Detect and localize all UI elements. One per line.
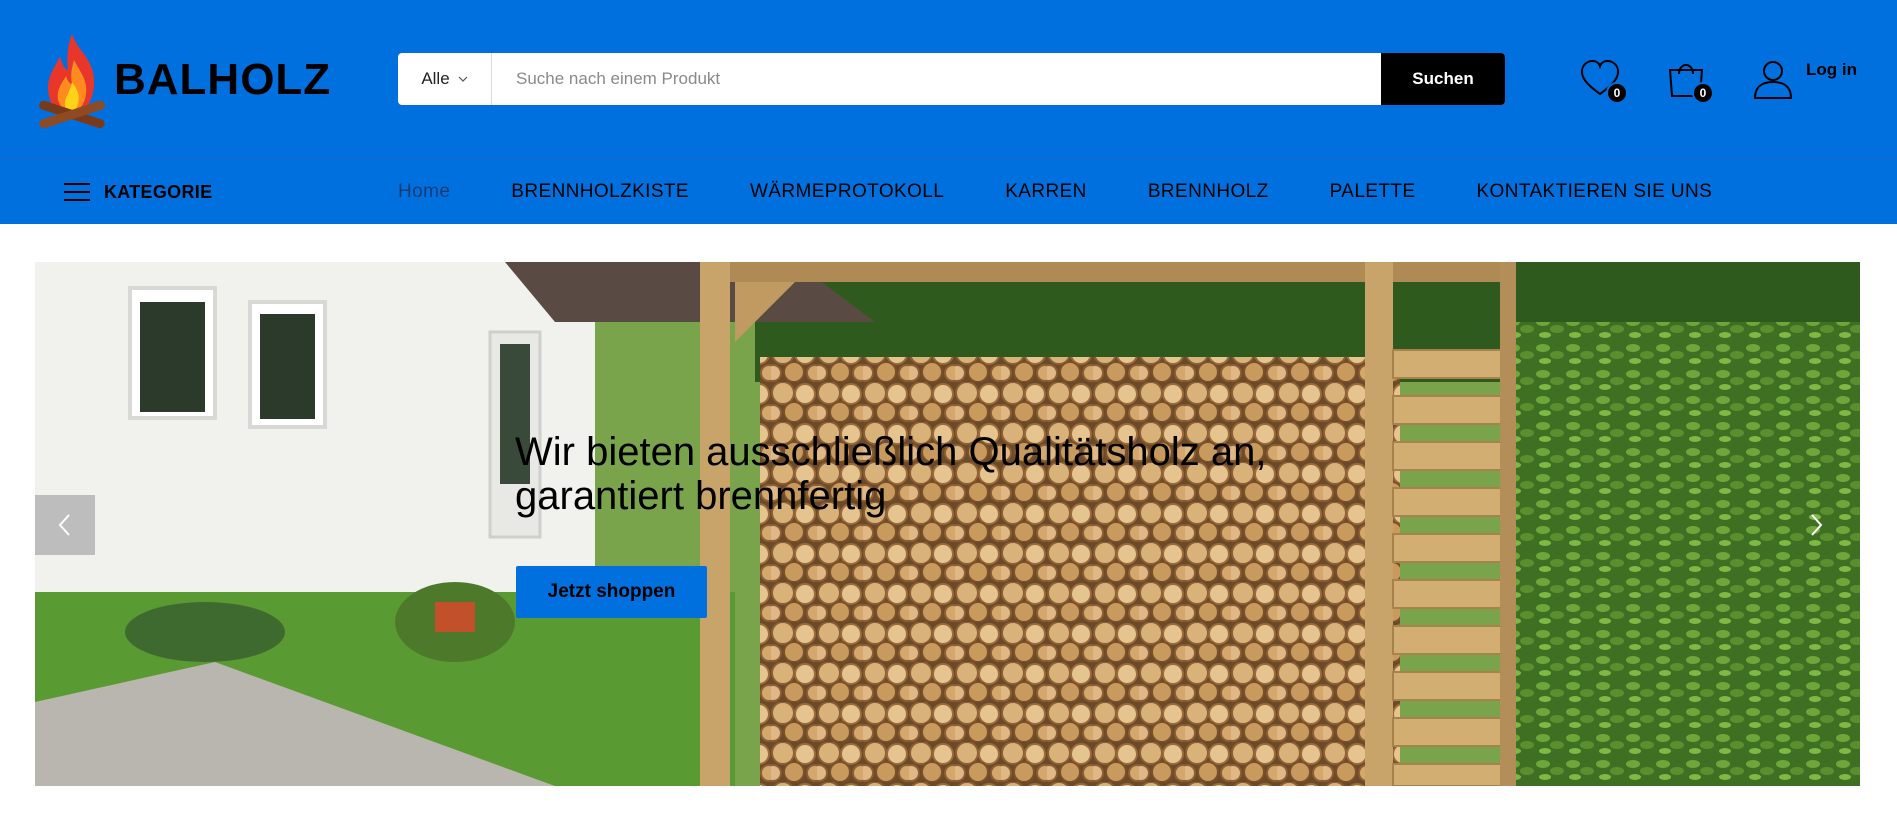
chevron-left-icon — [58, 514, 70, 536]
slider-prev-button[interactable] — [35, 495, 95, 555]
wishlist-button[interactable]: 0 — [1578, 56, 1628, 104]
nav-item-brennholzkiste[interactable]: BRENNHOLZKISTE — [511, 181, 689, 203]
brand-name: BALHOLZ — [114, 55, 332, 104]
nav-item-karren[interactable]: KARREN — [1005, 181, 1087, 203]
chevron-down-icon — [458, 76, 468, 82]
hamburger-menu-icon — [64, 183, 90, 201]
search-input[interactable] — [492, 53, 1381, 105]
nav-item-waermeprotokoll[interactable]: WÄRMEPROTOKOLL — [750, 181, 944, 203]
main-menu: Home BRENNHOLZKISTE WÄRMEPROTOKOLL KARRE… — [398, 176, 1773, 208]
category-menu-button[interactable]: KATEGORIE — [64, 176, 212, 208]
search-button[interactable]: Suchen — [1381, 53, 1505, 105]
campfire-logo-icon — [39, 34, 105, 129]
hero-title: Wir bieten ausschließlich Qualitätsholz … — [515, 430, 1267, 518]
search-category-value: Alle — [421, 69, 450, 88]
nav-item-kontakt[interactable]: KONTAKTIEREN SIE UNS — [1476, 181, 1712, 203]
nav-item-brennholz[interactable]: BRENNHOLZ — [1148, 181, 1269, 203]
slider-next-button[interactable] — [1786, 495, 1846, 555]
search-bar: Alle Suche n — [398, 53, 1505, 105]
login-link[interactable]: Log in — [1806, 60, 1857, 80]
shop-now-button[interactable]: Jetzt shoppen — [516, 566, 707, 618]
search-category-select[interactable]: Alle — [398, 53, 492, 105]
user-icon — [1753, 61, 1793, 99]
nav-item-home[interactable]: Home — [398, 181, 450, 203]
chevron-right-icon — [1811, 514, 1823, 536]
login-user-button[interactable] — [1752, 58, 1794, 100]
category-label: KATEGORIE — [104, 181, 213, 202]
nav-item-palette[interactable]: PALETTE — [1330, 181, 1416, 203]
hero-background-image — [35, 262, 1860, 786]
hero-slider: Wir bieten ausschließlich Qualitätsholz … — [35, 262, 1860, 786]
wishlist-count-badge: 0 — [1606, 82, 1628, 104]
site-logo[interactable]: BALHOLZ — [34, 30, 331, 130]
cart-button[interactable]: 0 — [1664, 56, 1714, 104]
cart-count-badge: 0 — [1692, 82, 1714, 104]
